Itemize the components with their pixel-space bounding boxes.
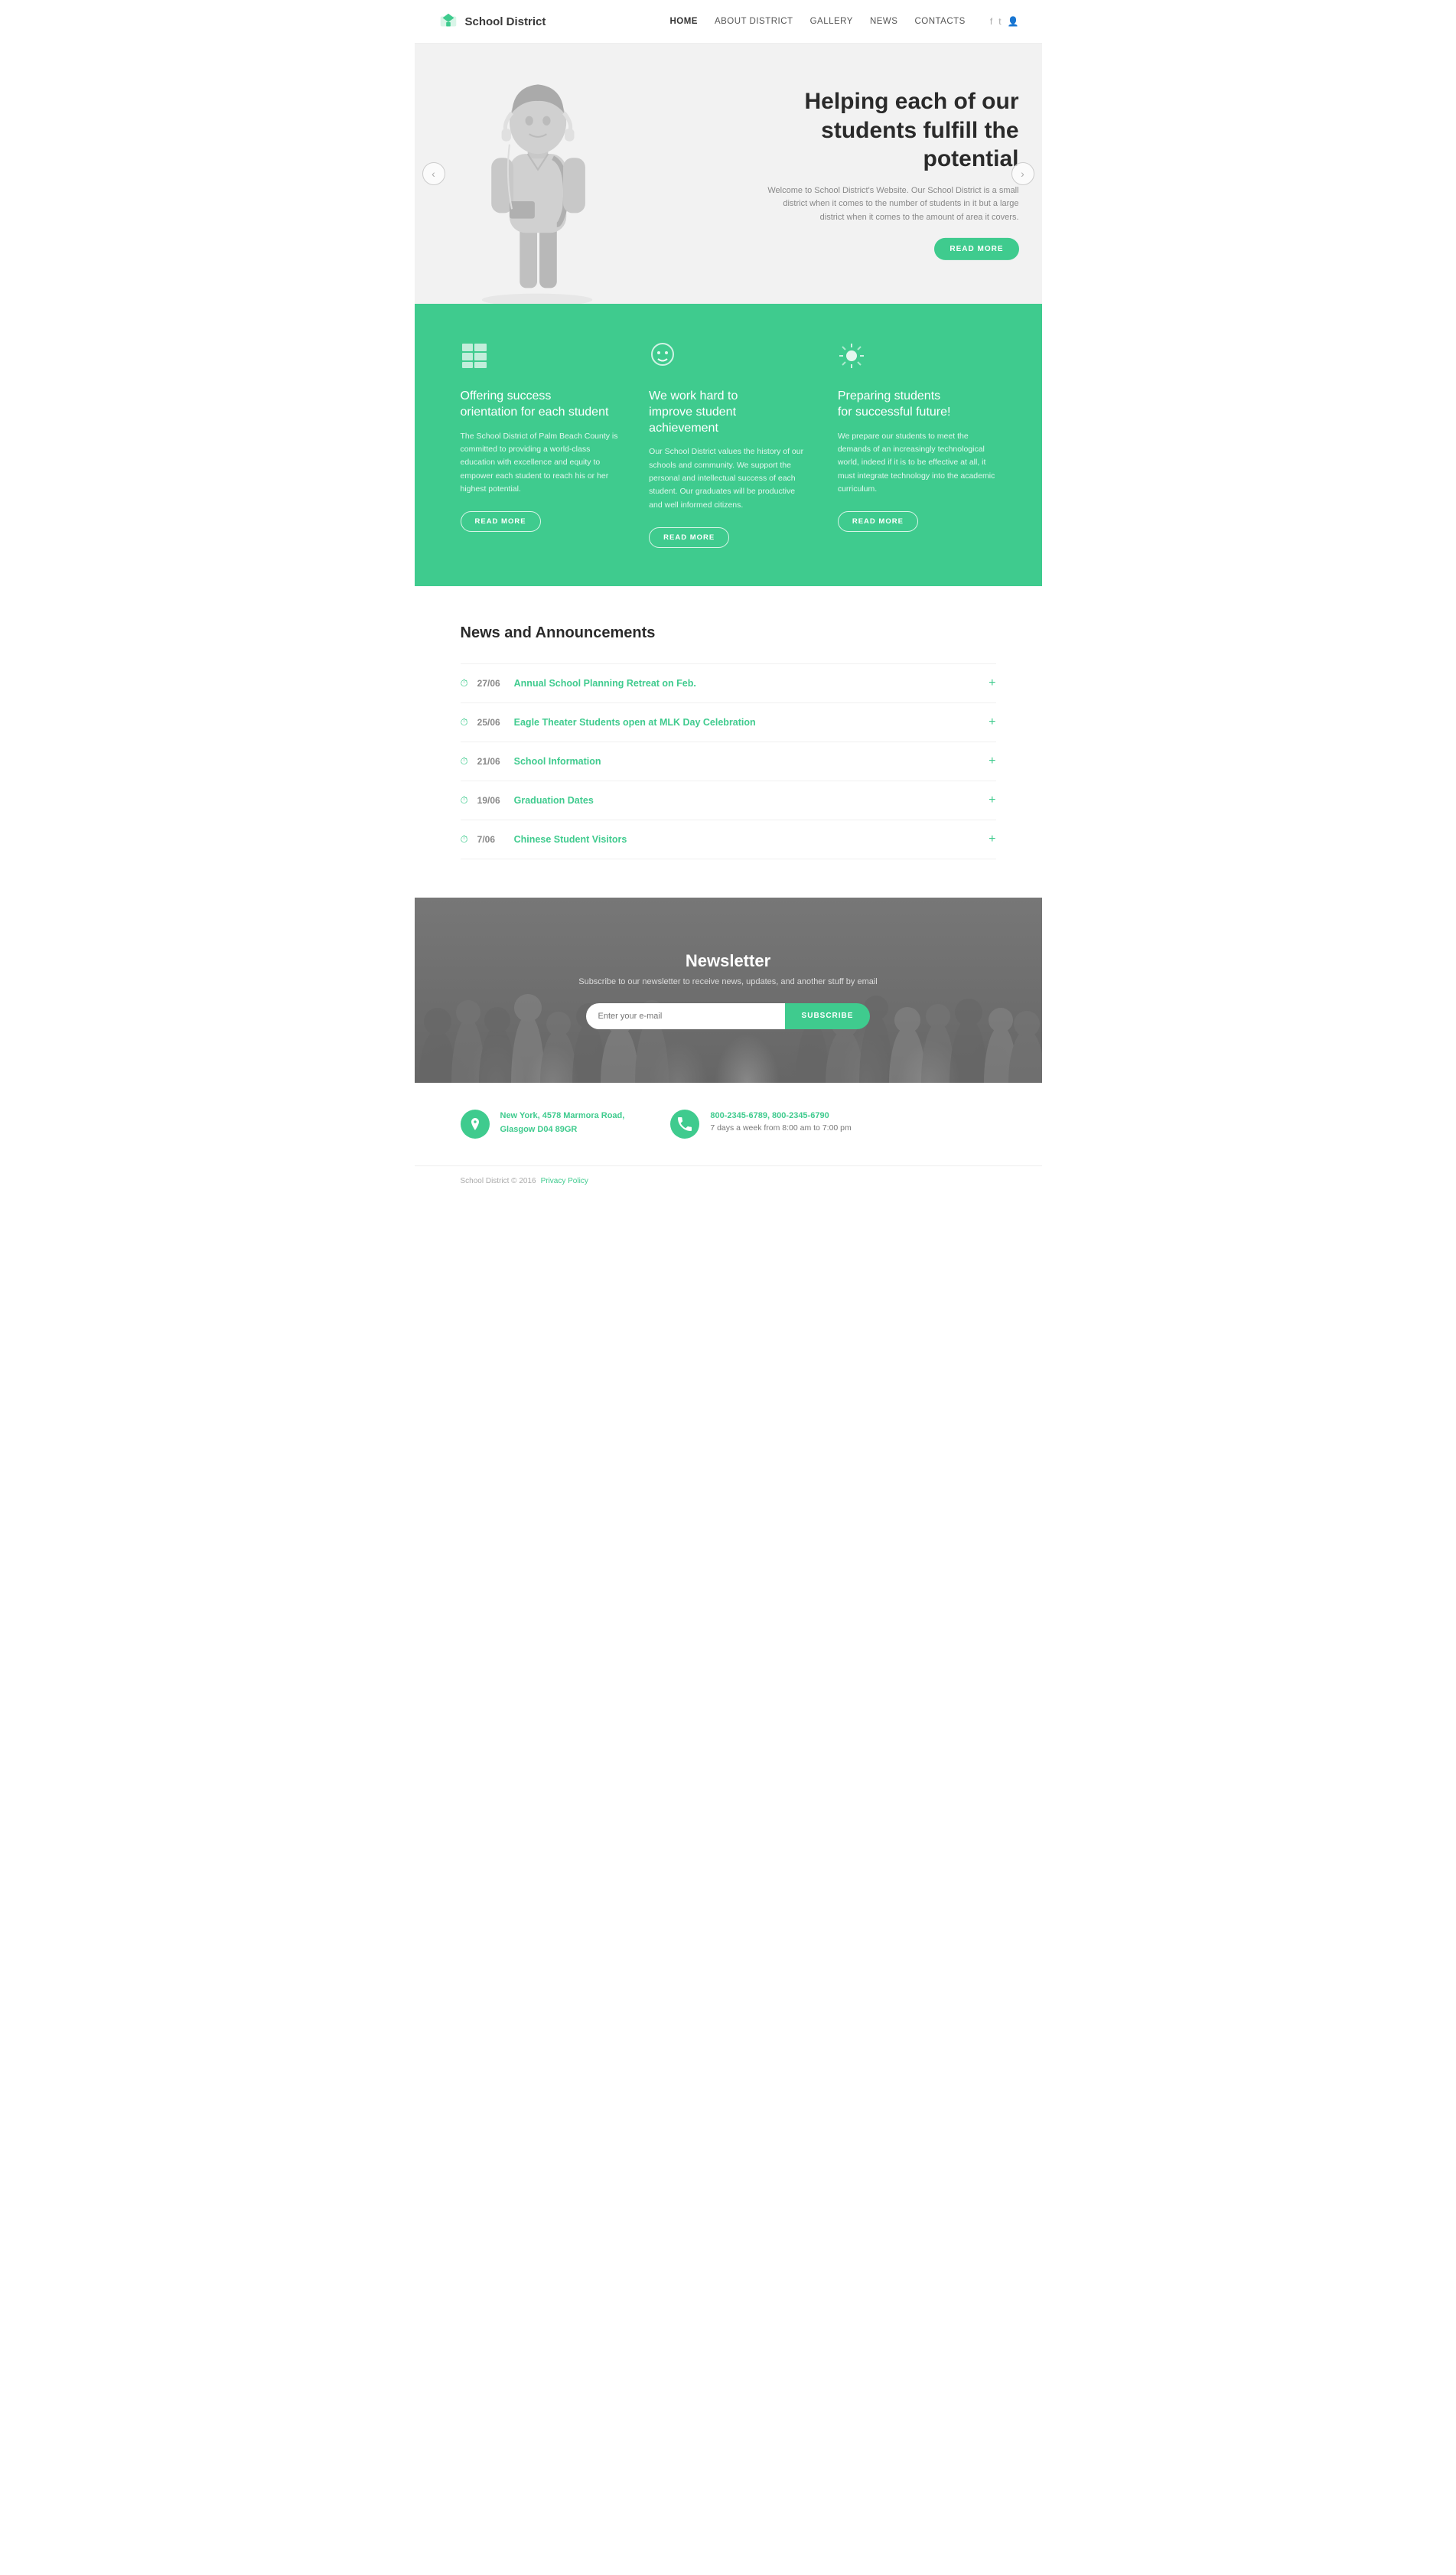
news-date-4: 7/06: [477, 834, 505, 845]
hero-title: Helping each of our students fulfill the…: [759, 87, 1019, 174]
news-item-2: ⏱ 21/06 School Information +: [461, 742, 996, 781]
news-section: News and Announcements ⏱ 27/06 Annual Sc…: [415, 586, 1042, 898]
clock-icon-3: ⏱: [461, 794, 468, 807]
feature-icon-0: [461, 342, 619, 375]
phone-text: 800-2345-6789, 800-2345-6790 7 days a we…: [710, 1110, 851, 1133]
news-item-0: ⏱ 27/06 Annual School Planning Retreat o…: [461, 663, 996, 703]
feature-desc-0: The School District of Palm Beach County…: [461, 430, 619, 497]
feature-item-2: Preparing students for successful future…: [838, 342, 996, 548]
news-item-left-2: ⏱ 21/06 School Information: [461, 755, 601, 768]
news-item-3: ⏱ 19/06 Graduation Dates +: [461, 781, 996, 820]
main-nav: HOME ABOUT DISTRICT GALLERY NEWS CONTACT…: [669, 16, 1018, 27]
feature-desc-2: We prepare our students to meet the dema…: [838, 430, 996, 497]
news-item-left-3: ⏱ 19/06 Graduation Dates: [461, 794, 594, 807]
news-item-left-0: ⏱ 27/06 Annual School Planning Retreat o…: [461, 677, 696, 689]
chevron-right-icon: ›: [1021, 168, 1024, 180]
header: School District HOME ABOUT DISTRICT GALL…: [415, 0, 1042, 44]
news-date-1: 25/06: [477, 717, 505, 728]
facebook-icon[interactable]: f: [990, 16, 992, 27]
hero-image: [445, 51, 629, 304]
news-expand-1[interactable]: +: [989, 715, 995, 729]
news-expand-0[interactable]: +: [989, 676, 995, 690]
clock-icon-4: ⏱: [461, 833, 468, 846]
nav-contacts[interactable]: CONTACTS: [914, 17, 965, 26]
news-expand-3[interactable]: +: [989, 794, 995, 807]
newsletter-description: Subscribe to our newsletter to receive n…: [438, 977, 1019, 986]
footer-contact-address: New York, 4578 Marmora Road, Glasgow D04…: [461, 1110, 625, 1139]
nav-home[interactable]: HOME: [669, 17, 698, 26]
feature-icon-1: [649, 342, 807, 375]
news-link-1[interactable]: Eagle Theater Students open at MLK Day C…: [514, 717, 756, 728]
news-expand-4[interactable]: +: [989, 833, 995, 846]
nav-about[interactable]: ABOUT DISTRICT: [715, 17, 793, 26]
hero-next-button[interactable]: ›: [1011, 162, 1034, 185]
footer-info: New York, 4578 Marmora Road, Glasgow D04…: [415, 1083, 1042, 1165]
newsletter-form: SUBSCRIBE: [438, 1003, 1019, 1029]
privacy-policy-link[interactable]: Privacy Policy: [541, 1177, 588, 1185]
news-link-0[interactable]: Annual School Planning Retreat on Feb.: [514, 678, 696, 689]
social-links: f t 👤: [990, 16, 1019, 27]
phone-icon: [670, 1110, 699, 1139]
newsletter-title: Newsletter: [438, 951, 1019, 971]
hero-cta-button[interactable]: READ MORE: [934, 238, 1018, 260]
feature-title-0: Offering success orientation for each st…: [461, 389, 619, 421]
newsletter-subscribe-button[interactable]: SUBSCRIBE: [785, 1003, 871, 1029]
feature-item-1: We work hard to improve student achievem…: [649, 342, 807, 548]
newsletter-content: Newsletter Subscribe to our newsletter t…: [438, 951, 1019, 1029]
footer-bottom: School District © 2016 Privacy Policy: [415, 1165, 1042, 1196]
hero-description: Welcome to School District's Website. Ou…: [759, 184, 1019, 224]
news-item-1: ⏱ 25/06 Eagle Theater Students open at M…: [461, 703, 996, 742]
news-link-3[interactable]: Graduation Dates: [514, 795, 594, 806]
features-section: Offering success orientation for each st…: [415, 304, 1042, 586]
feature-desc-1: Our School District values the history o…: [649, 445, 807, 512]
news-date-2: 21/06: [477, 756, 505, 767]
clock-icon-1: ⏱: [461, 716, 468, 728]
nav-gallery[interactable]: GALLERY: [810, 17, 853, 26]
news-section-title: News and Announcements: [461, 624, 996, 642]
news-date-0: 27/06: [477, 678, 505, 689]
news-expand-2[interactable]: +: [989, 755, 995, 768]
twitter-icon[interactable]: t: [998, 16, 1001, 27]
feature-title-1: We work hard to improve student achievem…: [649, 389, 807, 436]
logo-text: School District: [465, 15, 546, 28]
news-link-4[interactable]: Chinese Student Visitors: [514, 834, 627, 845]
hero-section: ‹ Helping each of our students fulfill t…: [415, 44, 1042, 304]
hero-prev-button[interactable]: ‹: [422, 162, 445, 185]
copyright-text: School District © 2016: [461, 1177, 536, 1185]
clock-icon-2: ⏱: [461, 755, 468, 768]
feature-btn-1[interactable]: READ MORE: [649, 527, 729, 548]
clock-icon-0: ⏱: [461, 677, 468, 689]
feature-item-0: Offering success orientation for each st…: [461, 342, 619, 548]
newsletter-section: Newsletter Subscribe to our newsletter t…: [415, 898, 1042, 1083]
news-item-4: ⏱ 7/06 Chinese Student Visitors +: [461, 820, 996, 859]
feature-btn-0[interactable]: READ MORE: [461, 511, 541, 532]
news-date-3: 19/06: [477, 795, 505, 806]
news-item-left-1: ⏱ 25/06 Eagle Theater Students open at M…: [461, 716, 756, 728]
logo-icon: [438, 11, 459, 32]
user-icon[interactable]: 👤: [1008, 16, 1019, 27]
logo[interactable]: School District: [438, 11, 546, 32]
news-link-2[interactable]: School Information: [514, 756, 601, 767]
hero-content: Helping each of our students fulfill the…: [759, 87, 1019, 260]
feature-icon-2: [838, 342, 996, 375]
address-text: New York, 4578 Marmora Road, Glasgow D04…: [500, 1110, 625, 1136]
feature-btn-2[interactable]: READ MORE: [838, 511, 918, 532]
chevron-left-icon: ‹: [432, 168, 435, 180]
location-icon: [461, 1110, 490, 1139]
news-item-left-4: ⏱ 7/06 Chinese Student Visitors: [461, 833, 627, 846]
newsletter-email-input[interactable]: [586, 1003, 785, 1029]
feature-title-2: Preparing students for successful future…: [838, 389, 996, 421]
footer-contact-phone: 800-2345-6789, 800-2345-6790 7 days a we…: [670, 1110, 851, 1139]
nav-news[interactable]: NEWS: [870, 17, 898, 26]
